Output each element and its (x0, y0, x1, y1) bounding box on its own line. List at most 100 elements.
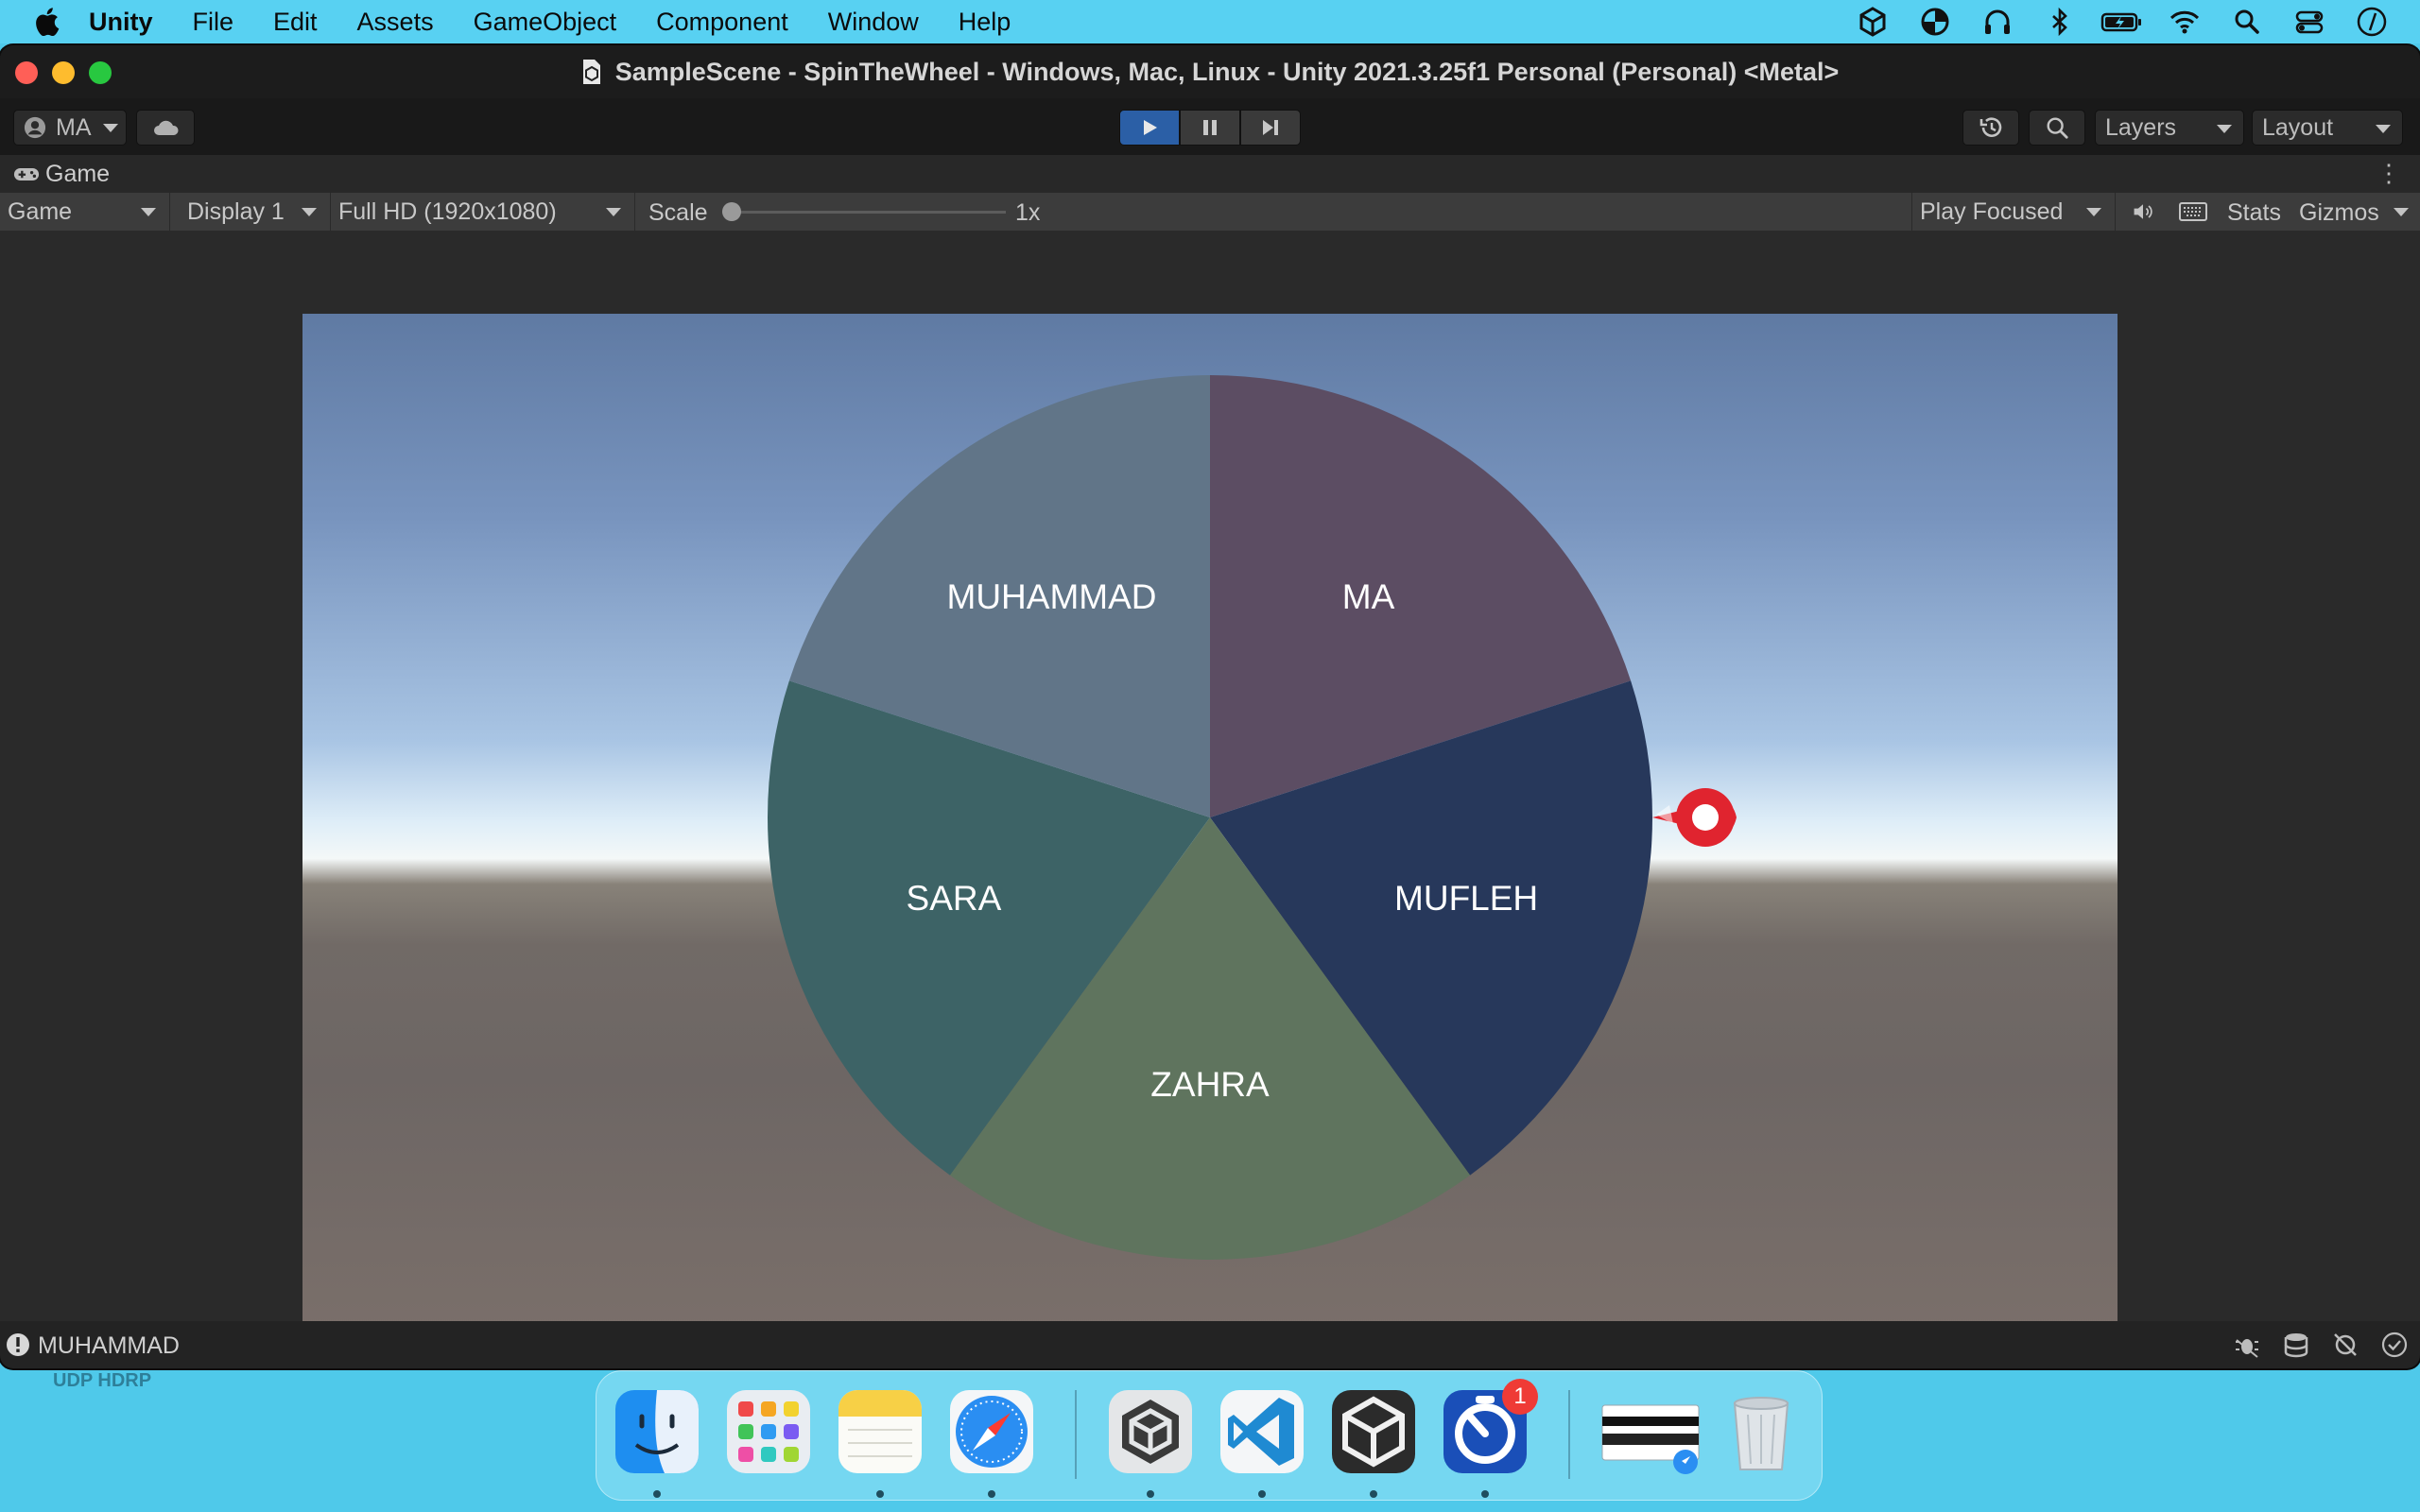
gizmos-dropdown-icon[interactable] (2394, 208, 2409, 216)
finder-icon[interactable] (614, 1388, 700, 1475)
debug-bug-icon[interactable] (2233, 1331, 2261, 1359)
recent-document-thumbnail-icon[interactable] (1599, 1388, 1703, 1475)
chevron-down-icon (102, 123, 118, 132)
headphones-icon[interactable] (1966, 0, 2029, 43)
speaker-icon (2134, 204, 2152, 219)
scene-document-icon (582, 60, 600, 84)
color-wheel-icon[interactable] (1904, 0, 1966, 43)
tab-game-label: Game (45, 160, 111, 187)
account-dropdown[interactable]: MA (13, 110, 127, 146)
chevron-down-icon (2217, 125, 2232, 133)
scale-label: Scale (648, 199, 708, 226)
wheel-slice-label: ZAHRA (1150, 1065, 1270, 1104)
menu-component[interactable]: Component (656, 8, 788, 37)
progress-done-icon[interactable] (2380, 1331, 2409, 1359)
window-title: SampleScene - SpinTheWheel - Windows, Ma… (614, 57, 1840, 86)
menu-app-unity[interactable]: Unity (89, 8, 153, 37)
cloud-icon (154, 120, 179, 135)
step-button[interactable] (1240, 110, 1301, 146)
control-center-icon[interactable] (2278, 0, 2341, 43)
gizmos-button[interactable]: Gizmos (2299, 199, 2379, 227)
menu-gameobject[interactable]: GameObject (474, 8, 617, 37)
gamepad-icon (13, 167, 40, 180)
layout-dropdown[interactable]: Layout (2252, 110, 2403, 146)
game-viewport[interactable]: MA MUFLEH ZAHRA SARA MUHAMMAD (302, 314, 2118, 1332)
launchpad-icon[interactable] (725, 1388, 812, 1475)
scale-slider-thumb[interactable] (722, 202, 741, 221)
unity-editor-window: SampleScene - SpinTheWheel - Windows, Ma… (0, 45, 2420, 1368)
scale-value: 1x (1015, 199, 1041, 226)
battery-icon[interactable] (2091, 0, 2153, 43)
wheel-slice-label: MA (1342, 577, 1395, 616)
status-message[interactable]: MUHAMMAD (38, 1332, 180, 1360)
notes-icon[interactable] (837, 1388, 924, 1475)
title-bar: SampleScene - SpinTheWheel - Windows, Ma… (0, 45, 2420, 98)
play-button[interactable] (1119, 110, 1180, 146)
keyboard-icon (2179, 202, 2207, 221)
status-bar: MUHAMMAD (0, 1321, 2420, 1368)
resolution-select-value: Full HD (1920x1080) (338, 198, 557, 225)
unity-editor-running-indicator (1370, 1490, 1377, 1498)
chevron-down-icon (302, 208, 317, 216)
layers-dropdown[interactable]: Layers (2095, 110, 2244, 146)
menu-edit[interactable]: Edit (273, 8, 318, 37)
status-icons (1841, 0, 2403, 43)
chevron-down-icon (606, 208, 621, 216)
account-label: MA (56, 113, 92, 141)
play-icon (1144, 120, 1157, 135)
search-icon (2047, 117, 2068, 139)
search-button[interactable] (2029, 110, 2085, 146)
tab-game[interactable]: Game (13, 155, 110, 193)
display-select-dropdown[interactable]: Display 1 (180, 193, 331, 231)
trash-icon[interactable] (1718, 1388, 1805, 1475)
pause-icon (1203, 120, 1217, 135)
unity-editor-app-icon[interactable] (1330, 1388, 1417, 1475)
spotlight-search-icon[interactable] (2216, 0, 2278, 43)
unity-hub-running-indicator (1147, 1490, 1154, 1498)
clock-icon[interactable] (2341, 0, 2403, 43)
chevron-down-icon (141, 208, 156, 216)
desktop-folder-label[interactable]: UDP HDRP (53, 1370, 151, 1392)
game-view-controls: Game Display 1 Full HD (1920x1080) Scale… (0, 193, 2420, 231)
unity-hub-icon[interactable] (1841, 0, 1904, 43)
spin-wheel[interactable]: MA MUFLEH ZAHRA SARA MUHAMMAD (302, 314, 2118, 1332)
finder-running-indicator (653, 1490, 661, 1498)
play-mode-dropdown[interactable]: Play Focused (1911, 193, 2116, 231)
wheel-slice-label: MUFLEH (1394, 879, 1538, 918)
view-select-dropdown[interactable]: Game (0, 193, 170, 231)
safari-running-indicator (988, 1490, 995, 1498)
cloud-button[interactable] (136, 110, 195, 146)
menu-assets[interactable]: Assets (357, 8, 434, 37)
wifi-icon[interactable] (2153, 0, 2216, 43)
dock-separator (1075, 1390, 1077, 1479)
unity-hub-app-icon[interactable] (1107, 1388, 1194, 1475)
more-options-icon[interactable]: ⋮ (2377, 161, 2401, 185)
main-toolbar: MA Layers Layout (0, 98, 2420, 155)
notification-badge: 1 (1502, 1379, 1538, 1415)
chevron-down-icon (2086, 208, 2101, 216)
auto-generate-lighting-icon[interactable] (2331, 1331, 2360, 1359)
cache-server-icon[interactable] (2282, 1331, 2310, 1359)
scale-slider-track[interactable] (722, 211, 1006, 214)
menu-window[interactable]: Window (828, 8, 919, 37)
menu-bar: Unity File Edit Assets GameObject Compon… (0, 0, 2420, 43)
game-view-area: MA MUFLEH ZAHRA SARA MUHAMMAD (0, 231, 2420, 1332)
undo-history-button[interactable] (1962, 110, 2019, 146)
dock-separator (1568, 1390, 1570, 1479)
vscode-icon[interactable] (1219, 1388, 1305, 1475)
stats-button[interactable]: Stats (2227, 199, 2281, 227)
play-mode-value: Play Focused (1920, 198, 2064, 225)
bluetooth-icon[interactable] (2029, 0, 2091, 43)
game-tab-bar: Game ⋮ (0, 155, 2420, 193)
pause-button[interactable] (1180, 110, 1240, 146)
info-icon (7, 1333, 29, 1356)
shortcuts-button[interactable] (2176, 198, 2210, 226)
notes-running-indicator (876, 1490, 884, 1498)
apple-logo-icon[interactable] (36, 8, 60, 36)
display-select-value: Display 1 (187, 198, 285, 225)
menu-file[interactable]: File (193, 8, 234, 37)
mute-audio-button[interactable] (2129, 198, 2157, 226)
menu-help[interactable]: Help (959, 8, 1011, 37)
resolution-select-dropdown[interactable]: Full HD (1920x1080) (331, 193, 635, 231)
safari-icon[interactable] (948, 1388, 1035, 1475)
